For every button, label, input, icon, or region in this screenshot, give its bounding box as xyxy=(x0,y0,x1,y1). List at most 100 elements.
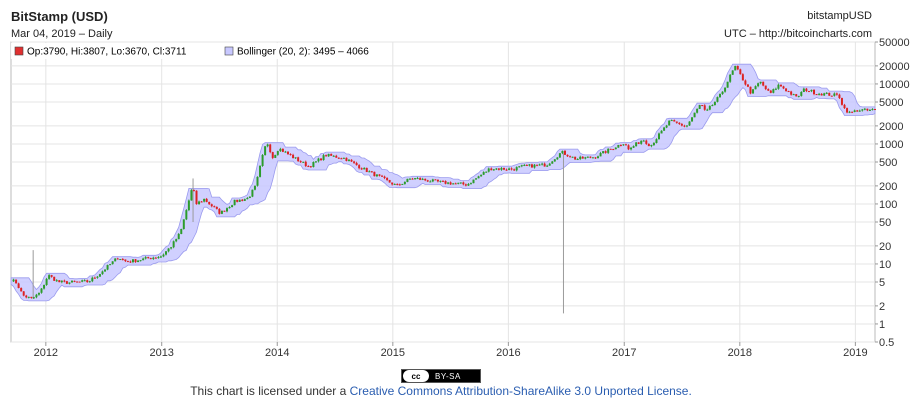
y-tick-label: 100 xyxy=(879,199,897,211)
candle-body xyxy=(721,91,724,95)
candle-body xyxy=(429,181,432,183)
candle-body xyxy=(360,168,363,170)
candle-body xyxy=(279,148,282,152)
candle-body xyxy=(243,199,246,201)
candle-body xyxy=(406,178,409,182)
candle-body xyxy=(414,178,417,180)
candle-body xyxy=(749,86,752,94)
candle-body xyxy=(142,258,145,261)
ohlc-legend-text: Op:3790, Hi:3807, Lo:3670, Cl:3711 xyxy=(27,47,187,58)
candle-body xyxy=(632,146,635,148)
candle-body xyxy=(205,198,208,202)
candle-body xyxy=(45,278,48,285)
candle-body xyxy=(874,109,876,111)
candle-body xyxy=(541,163,544,165)
candle-body xyxy=(741,74,744,81)
y-tick-label: 20000 xyxy=(879,61,910,73)
candle-body xyxy=(286,151,289,155)
candle-body xyxy=(764,85,767,90)
candle-body xyxy=(256,176,259,186)
candle-body xyxy=(228,206,231,209)
candle-body xyxy=(685,125,688,127)
candle-body xyxy=(238,199,241,202)
candle-body xyxy=(314,161,317,163)
candle-body xyxy=(416,178,419,180)
bollinger-band-area xyxy=(10,63,876,302)
candle-body xyxy=(327,153,330,157)
candle-body xyxy=(551,161,554,164)
candle-body xyxy=(325,155,328,157)
candle-body xyxy=(408,178,411,180)
candle-body xyxy=(571,156,574,158)
candle-body xyxy=(378,174,381,176)
by-sa-label: BY-SA xyxy=(435,371,461,381)
candle-body xyxy=(185,210,188,220)
cc-by-sa-badge[interactable]: cc BY-SA xyxy=(401,369,481,383)
candle-body xyxy=(782,86,785,89)
candle-body xyxy=(187,200,190,211)
candle-body xyxy=(713,101,716,106)
candle-body xyxy=(693,112,696,118)
candle-body xyxy=(78,281,81,283)
candle-body xyxy=(637,142,640,144)
candle-body xyxy=(347,159,350,161)
candle-body xyxy=(220,210,223,214)
candle-body xyxy=(30,296,33,298)
candle-body xyxy=(866,108,869,111)
candle-body xyxy=(27,296,30,298)
candle-body xyxy=(137,260,140,263)
candle-body xyxy=(825,92,828,94)
candle-body xyxy=(543,163,546,167)
candle-body xyxy=(53,276,56,281)
candle-body xyxy=(861,109,864,111)
candle-body xyxy=(663,127,666,131)
candle-body xyxy=(579,156,582,160)
candle-body xyxy=(701,105,704,107)
license-link[interactable]: Creative Commons Attribution-ShareAlike … xyxy=(350,384,692,398)
y-tick-label: 10 xyxy=(879,259,891,271)
candle-body xyxy=(396,183,399,185)
candle-body xyxy=(299,161,302,163)
candle-body xyxy=(688,121,691,126)
y-tick-label: 10000 xyxy=(879,79,910,91)
candle-body xyxy=(126,261,129,263)
candle-body xyxy=(767,89,770,91)
candle-body xyxy=(853,110,856,113)
candle-body xyxy=(863,108,866,110)
candle-body xyxy=(114,258,117,262)
x-tick-label: 2013 xyxy=(149,347,173,359)
candle-body xyxy=(167,248,170,252)
candle-body xyxy=(370,171,373,173)
candle-body xyxy=(233,199,236,206)
candle-body xyxy=(165,251,168,255)
candle-body xyxy=(203,198,206,202)
candle-body xyxy=(88,281,91,283)
candle-body xyxy=(574,156,577,160)
candle-body xyxy=(86,280,89,283)
candle-body xyxy=(604,151,607,153)
y-tick-label: 2000 xyxy=(879,121,903,133)
candle-body xyxy=(840,98,843,105)
candle-body xyxy=(769,90,772,93)
candle-body xyxy=(597,156,600,159)
candle-body xyxy=(424,178,427,181)
candle-body xyxy=(147,257,150,259)
candle-body xyxy=(386,178,389,180)
candle-body xyxy=(340,158,343,160)
candle-body xyxy=(556,157,559,160)
ohlc-legend-swatch xyxy=(14,46,24,56)
candle-body xyxy=(269,144,272,153)
candle-body xyxy=(48,275,51,279)
y-tick-label: 1 xyxy=(879,319,885,331)
candle-body xyxy=(208,201,211,205)
candle-body xyxy=(533,164,536,168)
x-tick-label: 2017 xyxy=(612,347,636,359)
bollinger-band xyxy=(10,63,876,302)
candle-body xyxy=(739,69,742,75)
candle-body xyxy=(757,83,760,87)
y-tick-label: 5 xyxy=(879,277,885,289)
candle-body xyxy=(83,280,86,282)
y-tick-label: 2 xyxy=(879,301,885,313)
candle-body xyxy=(495,168,498,170)
candle-body xyxy=(337,157,340,159)
